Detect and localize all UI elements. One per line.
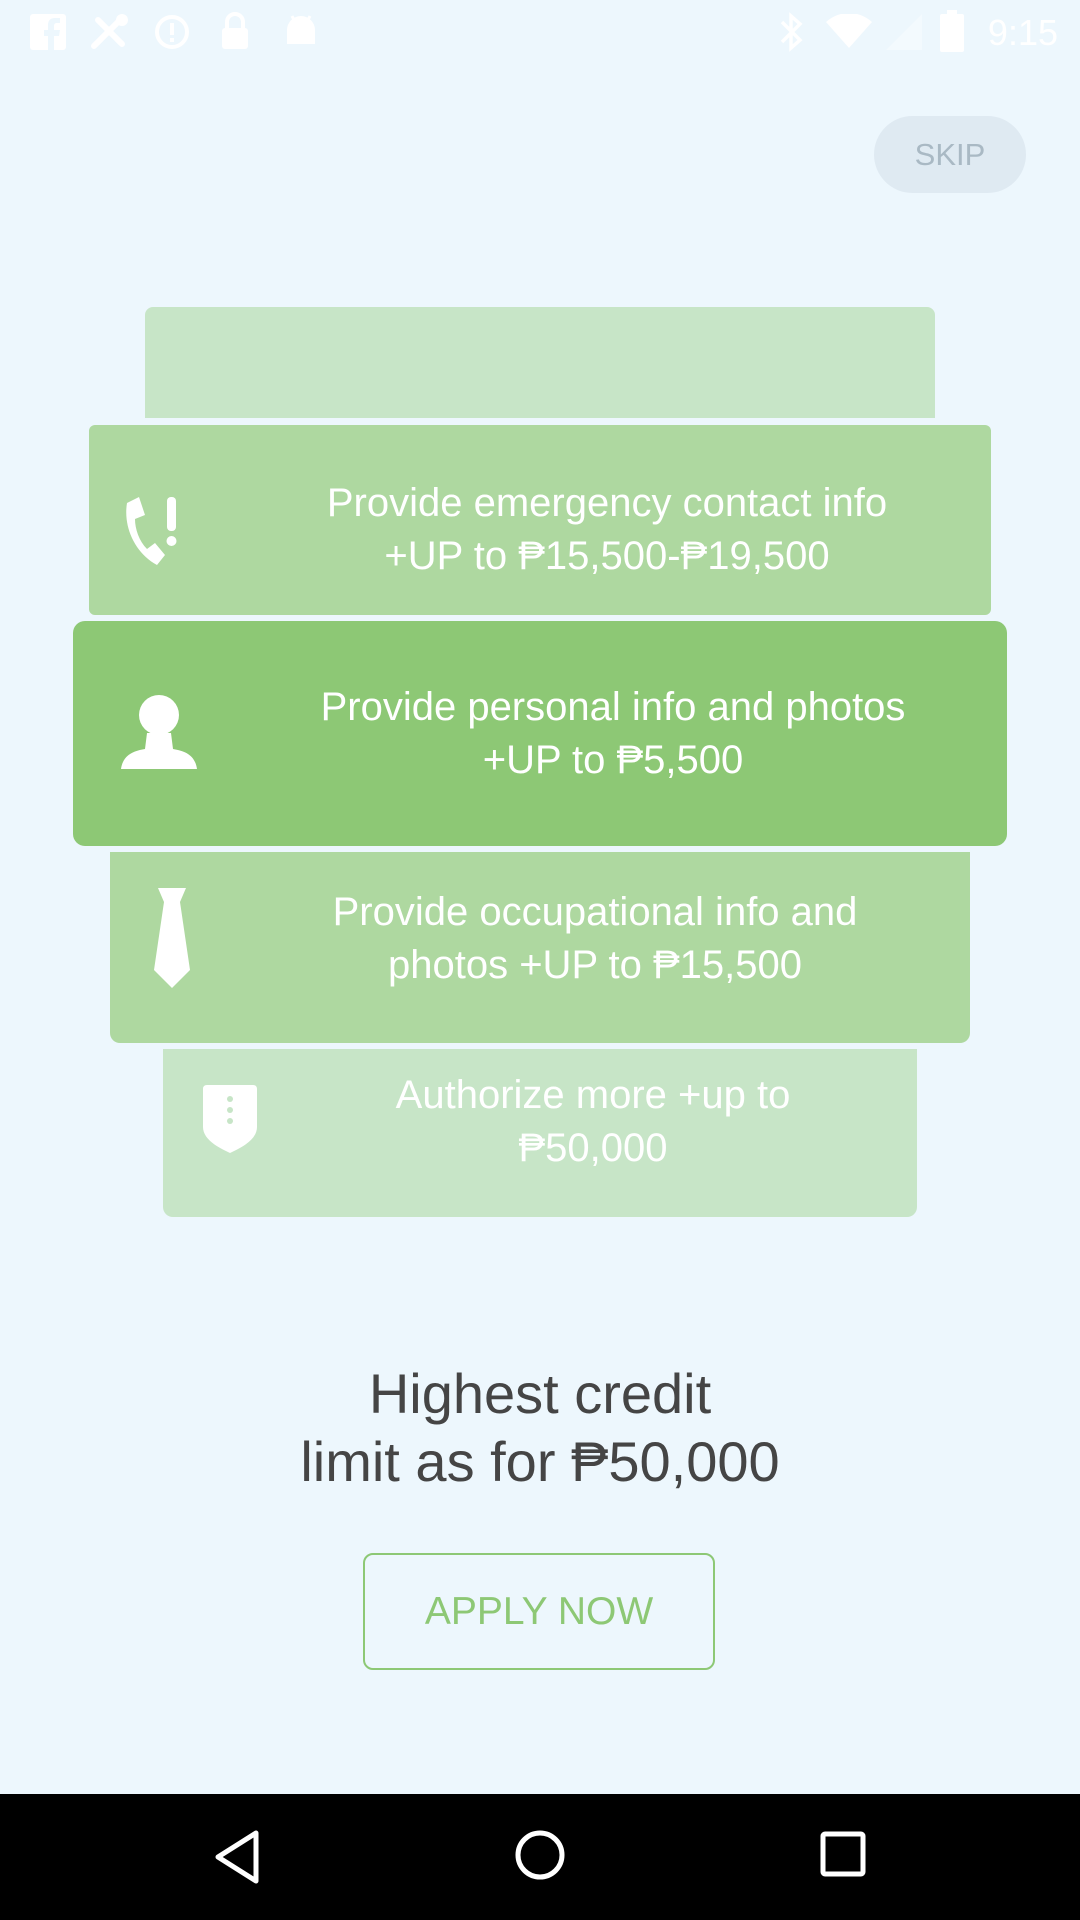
tools-icon [91,14,128,49]
step-personal-line1: Provide personal info and photos [320,685,906,729]
step-emergency-line2: +UP to ₱15,500-₱19,500 [384,534,830,578]
step-personal-info[interactable]: Provide personal info and photos +UP to … [73,621,1007,846]
step-personal-line2: +UP to ₱5,500 [482,738,744,782]
navigation-bar [0,1794,1080,1920]
recents-icon[interactable] [820,1831,866,1877]
shield-icon [203,1085,257,1153]
home-icon[interactable] [514,1829,566,1881]
facebook-icon [30,14,66,50]
step-occupational-line2: photos +UP to ₱15,500 [387,943,803,987]
back-icon[interactable] [212,1829,262,1885]
step-authorize-line2: ₱50,000 [518,1126,668,1170]
person-icon [121,695,197,769]
wifi-icon [826,14,872,48]
signal-icon [886,14,922,50]
skip-button[interactable]: SKIP [874,116,1026,193]
step-occupational-info[interactable]: Provide occupational info and photos +UP… [110,852,970,1043]
lock-icon [222,12,248,49]
bluetooth-icon [780,12,803,52]
step-authorize-line1: Authorize more +up to [395,1073,791,1117]
apply-now-button[interactable]: APPLY NOW [363,1553,715,1670]
step-emergency-contact[interactable]: Provide emergency contact info +UP to ₱1… [89,425,991,615]
emergency-phone-icon [126,497,177,565]
battery-icon [940,10,964,52]
step-occupational-line1: Provide occupational info and [332,890,858,934]
android-icon [287,15,315,44]
headline-line2: limit as for ₱50,000 [300,1430,780,1493]
status-bar: 9:15 [0,0,1080,64]
clock: 9:15 [987,12,1058,53]
card-top-decoration [145,307,935,418]
step-emergency-line1: Provide emergency contact info [326,481,888,525]
alert-icon [155,15,189,49]
headline-line1: Highest credit [368,1362,712,1425]
step-authorize-more[interactable]: Authorize more +up to ₱50,000 [163,1049,917,1217]
tie-icon [154,888,190,988]
credit-limit-headline: Highest credit limit as for ₱50,000 [190,1360,890,1496]
